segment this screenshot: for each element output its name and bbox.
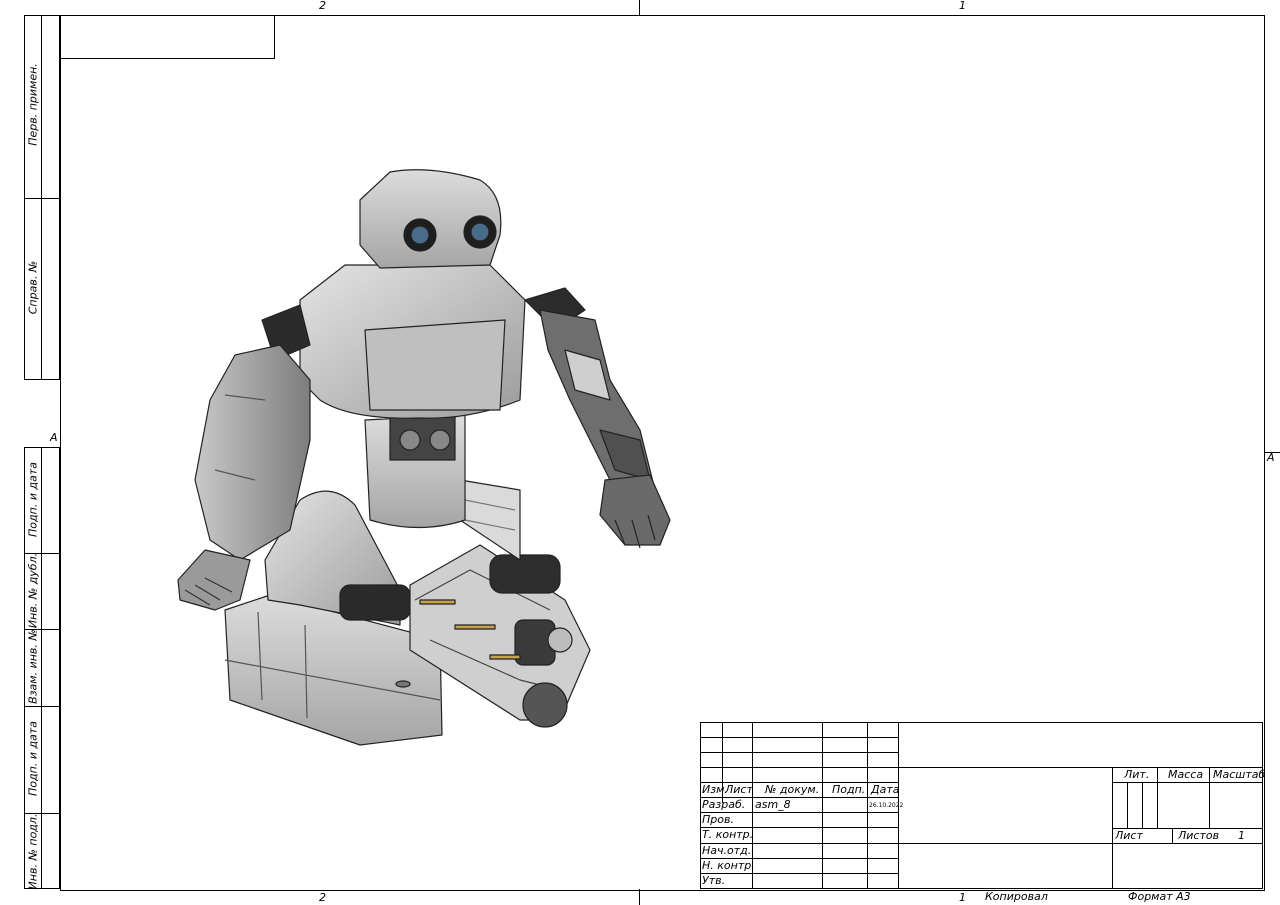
left-strip-inv-podl: Инв. № подл. xyxy=(26,813,40,890)
header-data: Дата xyxy=(871,783,900,796)
footer-format: Формат А3 xyxy=(1128,890,1191,903)
left-strip-podp-data-2: Подп. и дата xyxy=(26,721,40,796)
left-strip-sprav-no: Справ. № xyxy=(26,260,40,315)
row-t-kontr: Т. контр. xyxy=(702,828,754,841)
robot-right-hand xyxy=(599,474,671,546)
label-listov: Листов xyxy=(1178,829,1220,842)
label-masshtab: Масштаб xyxy=(1213,768,1266,781)
left-strip-perv-primen: Перв. примен. xyxy=(26,63,40,146)
robot-left-hand xyxy=(177,549,251,611)
listov-value: 1 xyxy=(1238,829,1245,842)
label-massa: Масса xyxy=(1168,768,1204,781)
zone-label-bottom-right: 1 xyxy=(959,891,966,904)
label-list: Лист xyxy=(1115,829,1143,842)
header-list: Лист xyxy=(725,783,753,796)
razrab-date: 26.10.2022 xyxy=(869,802,904,809)
row-utv: Утв. xyxy=(702,874,726,887)
left-strip-vzam-inv: Взам. инв. № xyxy=(26,629,40,704)
razrab-doc: asm_8 xyxy=(755,798,791,811)
robot-assembly-drawing xyxy=(177,169,671,746)
zone-label-bottom-left: 2 xyxy=(319,891,326,904)
zone-label-top-right: 1 xyxy=(959,0,966,12)
row-nach-otd: Нач.отд. xyxy=(702,844,752,857)
zone-label-top-left: 2 xyxy=(319,0,326,12)
left-strip-podp-data-1: Подп. и дата xyxy=(26,462,40,537)
row-n-kontr: Н. контр. xyxy=(702,859,755,872)
row-prov: Пров. xyxy=(702,813,734,826)
row-razrab: Разраб. xyxy=(702,798,746,811)
footer-kopiroval: Копировал xyxy=(985,890,1048,903)
zone-label-side-left: A xyxy=(50,431,58,444)
header-izm: Изм. xyxy=(702,783,728,796)
header-doc-no: № докум. xyxy=(765,783,820,796)
top-left-stamp-box xyxy=(60,15,275,59)
label-lit: Лит. xyxy=(1124,768,1150,781)
header-podp: Подп. xyxy=(832,783,866,796)
